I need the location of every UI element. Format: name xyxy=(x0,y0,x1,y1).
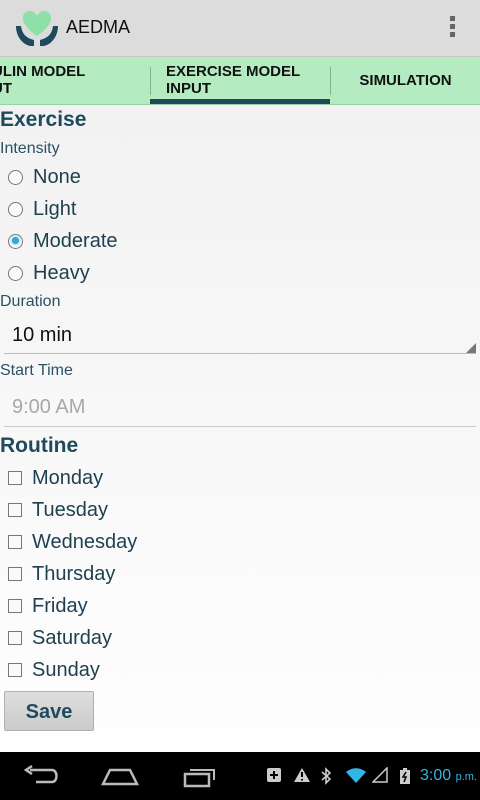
dropdown-arrow-icon xyxy=(466,343,476,353)
start-time-field[interactable]: 9:00 AM xyxy=(4,390,476,427)
checkbox-label: Friday xyxy=(32,594,88,617)
no-signal-icon xyxy=(372,767,388,783)
tab-bar: SULIN MODEL PUT EXERCISE MODEL INPUT SIM… xyxy=(0,57,480,105)
bluetooth-icon xyxy=(321,767,332,785)
wifi-icon xyxy=(346,768,366,783)
recent-apps-icon[interactable] xyxy=(182,764,220,788)
exercise-heading: Exercise xyxy=(0,108,87,131)
checkbox[interactable] xyxy=(8,567,22,581)
duration-spinner[interactable]: 10 min xyxy=(4,317,476,354)
app-title: AEDMA xyxy=(66,17,131,37)
back-icon[interactable] xyxy=(22,764,60,788)
checkbox-label: Thursday xyxy=(32,562,116,585)
checkbox-label: Wednesday xyxy=(32,530,138,553)
clock-ampm: p.m. xyxy=(455,771,477,783)
checkbox-monday[interactable]: Monday xyxy=(8,463,103,493)
checkbox-label: Sunday xyxy=(32,658,100,681)
app-logo-icon xyxy=(16,10,58,46)
start-time-placeholder: 9:00 AM xyxy=(12,396,86,418)
radio-button[interactable] xyxy=(8,265,23,281)
tab-label-line1: EXERCISE MODEL xyxy=(166,63,301,80)
overflow-menu-icon[interactable] xyxy=(446,16,458,42)
checkbox[interactable] xyxy=(8,663,22,677)
start-time-label: Start Time xyxy=(0,362,73,379)
checkbox-tuesday[interactable]: Tuesday xyxy=(8,495,108,525)
checkbox-wednesday[interactable]: Wednesday xyxy=(8,527,137,557)
battery-charging-icon xyxy=(400,768,410,784)
radio-button[interactable] xyxy=(8,201,23,217)
tab-simulation[interactable]: SIMULATION xyxy=(331,57,480,104)
checkbox-saturday[interactable]: Saturday xyxy=(8,623,112,653)
routine-heading: Routine xyxy=(0,434,79,457)
radio-light[interactable]: Light xyxy=(8,194,76,224)
duration-value: 10 min xyxy=(12,324,73,346)
radio-button[interactable] xyxy=(8,169,23,185)
checkbox-friday[interactable]: Friday xyxy=(8,591,88,621)
radio-label: Light xyxy=(33,197,77,220)
duration-label: Duration xyxy=(0,293,61,310)
warning-icon xyxy=(294,768,310,782)
tab-label-line2: INPUT xyxy=(166,80,211,97)
intensity-label: Intensity xyxy=(0,140,60,157)
checkbox-label: Tuesday xyxy=(32,498,108,521)
tab-label: SIMULATION xyxy=(359,72,452,89)
radio-heavy[interactable]: Heavy xyxy=(8,258,90,288)
checkbox[interactable] xyxy=(8,471,22,485)
home-icon[interactable] xyxy=(100,764,140,788)
content-area: Exercise Intensity None Light Moderate H… xyxy=(0,105,480,752)
radio-moderate[interactable]: Moderate xyxy=(8,226,118,256)
tab-insulin-model-input[interactable]: SULIN MODEL PUT xyxy=(0,57,150,104)
save-button[interactable]: Save xyxy=(4,691,94,731)
clock-time: 3:00 xyxy=(420,767,452,784)
radio-label: Moderate xyxy=(33,229,118,252)
tab-exercise-model-input[interactable]: EXERCISE MODEL INPUT xyxy=(150,57,330,104)
radio-label: None xyxy=(33,165,81,188)
checkbox-sunday[interactable]: Sunday xyxy=(8,655,100,685)
checkbox-label: Saturday xyxy=(32,626,113,649)
checkbox[interactable] xyxy=(8,631,22,645)
radio-button-selected[interactable] xyxy=(8,233,23,249)
checkbox[interactable] xyxy=(8,535,22,549)
checkbox[interactable] xyxy=(8,599,22,613)
tab-label-line2: PUT xyxy=(0,80,12,97)
notification-plus-icon xyxy=(267,768,281,782)
tab-label-line1: SULIN MODEL xyxy=(0,63,86,80)
radio-label: Heavy xyxy=(33,261,90,284)
status-clock: 3:00 p.m. xyxy=(420,767,477,785)
radio-none[interactable]: None xyxy=(8,162,81,192)
checkbox-label: Monday xyxy=(32,466,104,489)
action-bar: AEDMA xyxy=(0,0,480,57)
checkbox-thursday[interactable]: Thursday xyxy=(8,559,115,589)
system-bar: 3:00 p.m. xyxy=(0,752,480,800)
checkbox[interactable] xyxy=(8,503,22,517)
